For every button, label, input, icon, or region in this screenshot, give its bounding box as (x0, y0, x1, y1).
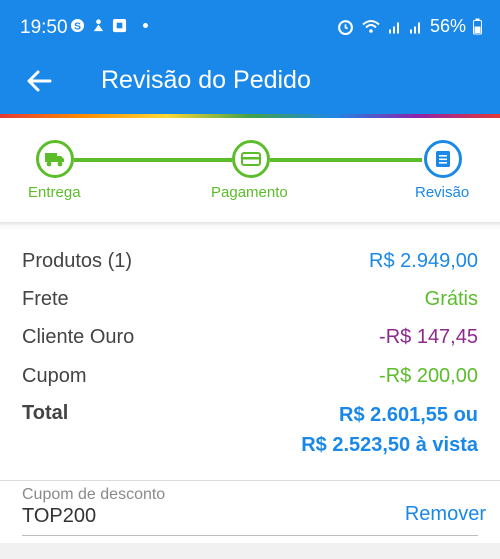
coupon-code-field[interactable]: TOP200 (22, 505, 96, 528)
signal-icon (388, 22, 399, 34)
shipping-label: Frete (22, 288, 69, 310)
status-time: 19:50 (20, 17, 68, 38)
alarm-icon (338, 20, 353, 35)
top-bar: 19:50 S 56% Revisão do Pedido (0, 0, 500, 114)
shipping-value: Grátis (424, 288, 478, 310)
svg-text:S: S (74, 21, 81, 32)
battery-percent: 56% (429, 16, 466, 36)
dot-icon (143, 23, 148, 28)
gold-label: Cliente Ouro (22, 326, 135, 348)
arrow-left-icon[interactable] (24, 66, 54, 96)
total-value-installments: R$ 2.601,55 ou (339, 404, 478, 426)
step-label-entrega: Entrega (28, 184, 81, 201)
summary-row-coupon: Cupom -R$ 200,00 (22, 365, 478, 395)
status-right: 56% (337, 16, 482, 37)
page-title: Revisão do Pedido (101, 66, 311, 94)
summary-row-total: Total R$ 2.601,55 ou R$ 2.523,50 à vista (22, 402, 478, 466)
stepper-line (74, 158, 232, 162)
step-revisao[interactable] (424, 140, 462, 178)
products-label: Produtos (1) (22, 250, 133, 272)
status-bar: 19:50 S 56% (0, 0, 500, 56)
checkout-stepper: Entrega Pagamento Revisão (0, 118, 500, 222)
gold-value: -R$ 147,45 (379, 326, 478, 348)
coupon-label: Cupom (22, 365, 87, 387)
step-entrega[interactable] (36, 140, 74, 178)
card-icon (241, 152, 261, 166)
list-icon (436, 151, 450, 167)
battery-icon (473, 18, 482, 35)
coupon-field-label: Cupom de desconto (22, 486, 166, 503)
total-value-cash: R$ 2.523,50 à vista (301, 434, 478, 456)
bottom-strip (0, 543, 500, 559)
status-notification-icons: S (70, 18, 148, 33)
remove-coupon-button[interactable]: Remover (405, 503, 486, 526)
products-value: R$ 2.949,00 (369, 250, 478, 272)
coupon-field-underline (22, 535, 478, 536)
signal-icon (409, 22, 420, 34)
notification-icon (93, 19, 104, 32)
s-app-icon: S (70, 18, 85, 32)
summary-row-gold: Cliente Ouro -R$ 147,45 (22, 326, 478, 356)
summary-row-shipping: Frete Grátis (22, 288, 478, 318)
truck-icon (45, 153, 64, 167)
summary-row-products: Produtos (1) R$ 2.949,00 (22, 250, 478, 280)
step-label-pagamento: Pagamento (211, 184, 288, 201)
divider (0, 480, 500, 481)
section-shadow (0, 222, 500, 230)
step-pagamento[interactable] (232, 140, 270, 178)
app-icon (112, 18, 127, 33)
stepper-line (270, 158, 422, 162)
step-label-revisao: Revisão (415, 184, 470, 201)
coupon-value: -R$ 200,00 (379, 365, 478, 387)
wifi-icon (362, 20, 380, 33)
total-label: Total (22, 402, 69, 424)
